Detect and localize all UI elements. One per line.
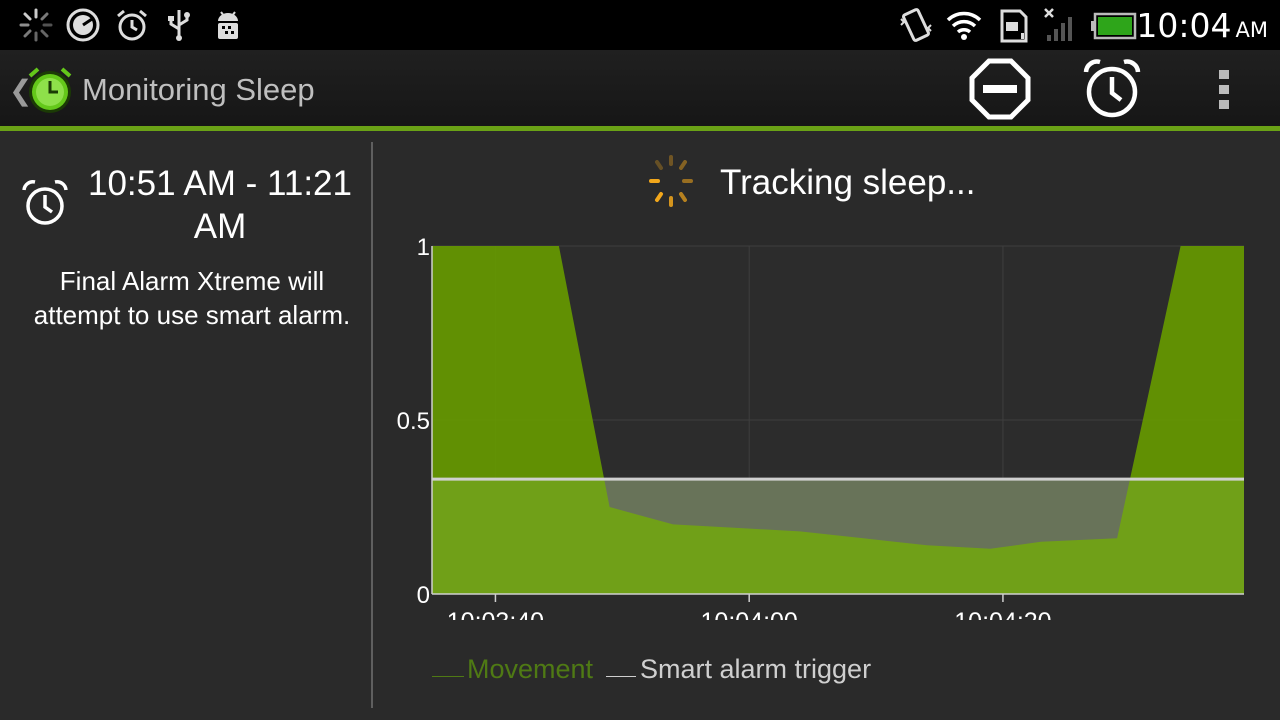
x-tick-label: 10:03:40 [447,608,544,620]
android-debug-icon [218,11,238,39]
speedometer-icon [66,8,100,42]
app-logo-icon[interactable] [24,64,76,116]
x-tick-label: 10:04:20 [954,608,1051,620]
legend-movement-label: Movement [467,654,594,684]
legend-trigger-swatch [606,676,636,677]
alarm-clock-icon [1083,59,1141,118]
tracking-spinner-icon [649,155,693,207]
overflow-menu-button[interactable] [1192,56,1256,122]
loading-icon [19,8,53,42]
alarm-icon [117,9,147,41]
legend-trigger-label: Smart alarm trigger [640,654,872,684]
y-tick-label: 0 [417,582,430,609]
vibrate-icon [900,8,932,42]
wifi-icon [946,11,982,40]
page-title: Monitoring Sleep [82,72,315,107]
battery-icon [1091,12,1137,40]
no-signal-icon [1044,8,1072,41]
status-bar: 10:04 AM [0,0,1280,50]
alarm-clock-button[interactable] [1080,56,1144,122]
stop-icon [969,58,1031,120]
alarm-clock-icon [22,180,68,225]
smart-alarm-note: Final Alarm Xtreme will attempt to use s… [33,266,351,330]
sd-card-icon [1000,9,1028,43]
usb-icon [168,10,190,41]
y-tick-label: 1 [417,234,430,261]
y-tick-label: 0.5 [397,408,430,435]
alarm-window-text: 10:51 AM - 11:21 AM [88,164,352,246]
panel-divider [371,142,373,708]
sleep-movement-chart: 0 0.5 1 10:03:40 10:04:00 10:04:20 [397,234,1244,620]
tracking-status-label: Tracking sleep... [720,163,976,202]
legend-movement-swatch [432,676,464,677]
x-tick-label: 10:04:00 [701,608,798,620]
status-clock: 10:04 AM [1136,6,1268,45]
stop-button[interactable] [968,56,1032,122]
overflow-menu-icon [1219,70,1229,109]
trigger-zone-tint [432,479,1244,594]
